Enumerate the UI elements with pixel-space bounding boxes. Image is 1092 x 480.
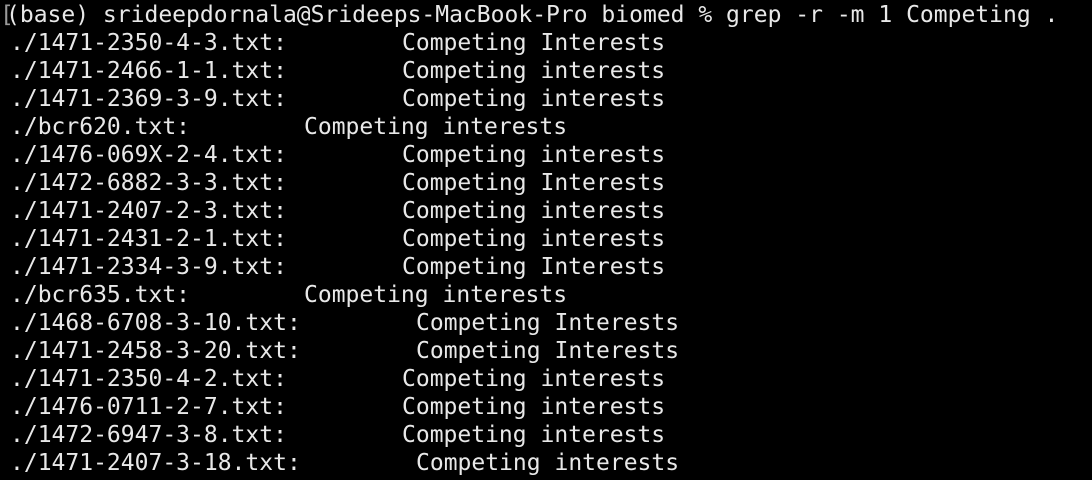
- result-filename: ./1468-6708-3-10.txt:: [10, 310, 301, 336]
- result-line: ./1476-0711-2-7.txt: Competing interests: [0, 393, 1092, 421]
- command-prompt: (base) srideepdornala@Srideeps-MacBook-P…: [6, 2, 1059, 28]
- result-match-text: Competing interests: [402, 58, 666, 84]
- result-match-text: Competing interests: [304, 114, 568, 140]
- result-match-text: Competing interests: [402, 394, 666, 420]
- result-match-text: Competing Interests: [402, 170, 666, 196]
- result-filename: ./1471-2369-3-9.txt:: [10, 86, 287, 112]
- result-line: ./1471-2407-3-18.txt: Competing interests: [0, 449, 1092, 477]
- result-match-text: Competing interests: [402, 226, 666, 252]
- result-filename: ./1471-2431-2-1.txt:: [10, 226, 287, 252]
- result-line: ./1471-2334-3-9.txt: Competing Interests: [0, 253, 1092, 281]
- result-match-text: Competing interests: [304, 282, 568, 308]
- result-filename: ./1471-2350-4-2.txt:: [10, 366, 287, 392]
- result-filename: ./1471-2350-4-3.txt:: [10, 30, 287, 56]
- terminal-window[interactable]: [(base) srideepdornala@Srideeps-MacBook-…: [0, 0, 1092, 480]
- result-filename: ./1476-0711-2-7.txt:: [10, 394, 287, 420]
- result-match-text: Competing Interests: [402, 30, 666, 56]
- result-match-text: Competing interests: [402, 198, 666, 224]
- result-line: ./1471-2466-1-1.txt: Competing interests: [0, 57, 1092, 85]
- result-match-text: Competing interests: [416, 450, 680, 476]
- result-filename: ./1471-2407-2-3.txt:: [10, 198, 287, 224]
- result-line: ./1471-2431-2-1.txt: Competing interests: [0, 225, 1092, 253]
- result-filename: ./bcr635.txt:: [10, 282, 191, 308]
- result-filename: ./1472-6882-3-3.txt:: [10, 170, 287, 196]
- result-line: ./bcr620.txt: Competing interests: [0, 113, 1092, 141]
- result-line: ./1468-6708-3-10.txt: Competing Interests: [0, 309, 1092, 337]
- result-match-text: Competing Interests: [416, 338, 680, 364]
- result-filename: ./1471-2334-3-9.txt:: [10, 254, 287, 280]
- result-line: ./1472-6947-3-8.txt: Competing interests: [0, 421, 1092, 449]
- result-line: ./1476-069X-2-4.txt: Competing interests: [0, 141, 1092, 169]
- result-line: ./bcr635.txt: Competing interests: [0, 281, 1092, 309]
- result-line: ./1472-6882-3-3.txt: Competing Interests: [0, 169, 1092, 197]
- result-line: ./1471-2369-3-9.txt: Competing interests: [0, 85, 1092, 113]
- result-match-text: Competing interests: [402, 422, 666, 448]
- result-line: ./1471-2407-2-3.txt: Competing interests: [0, 197, 1092, 225]
- result-line: ./1471-2350-4-2.txt: Competing interests: [0, 365, 1092, 393]
- result-filename: ./1471-2458-3-20.txt:: [10, 338, 301, 364]
- grep-results: ./1471-2350-4-3.txt: Competing Interests.…: [0, 29, 1092, 477]
- result-match-text: Competing Interests: [402, 254, 666, 280]
- result-match-text: Competing interests: [402, 86, 666, 112]
- result-line: ./1471-2350-4-3.txt: Competing Interests: [0, 29, 1092, 57]
- result-filename: ./bcr620.txt:: [10, 114, 191, 140]
- result-match-text: Competing Interests: [416, 310, 680, 336]
- result-match-text: Competing interests: [402, 366, 666, 392]
- result-filename: ./1472-6947-3-8.txt:: [10, 422, 287, 448]
- result-filename: ./1471-2407-3-18.txt:: [10, 450, 301, 476]
- prompt-line: [(base) srideepdornala@Srideeps-MacBook-…: [0, 1, 1092, 29]
- result-filename: ./1471-2466-1-1.txt:: [10, 58, 287, 84]
- result-line: ./1471-2458-3-20.txt: Competing Interests: [0, 337, 1092, 365]
- result-filename: ./1476-069X-2-4.txt:: [10, 142, 287, 168]
- result-match-text: Competing interests: [402, 142, 666, 168]
